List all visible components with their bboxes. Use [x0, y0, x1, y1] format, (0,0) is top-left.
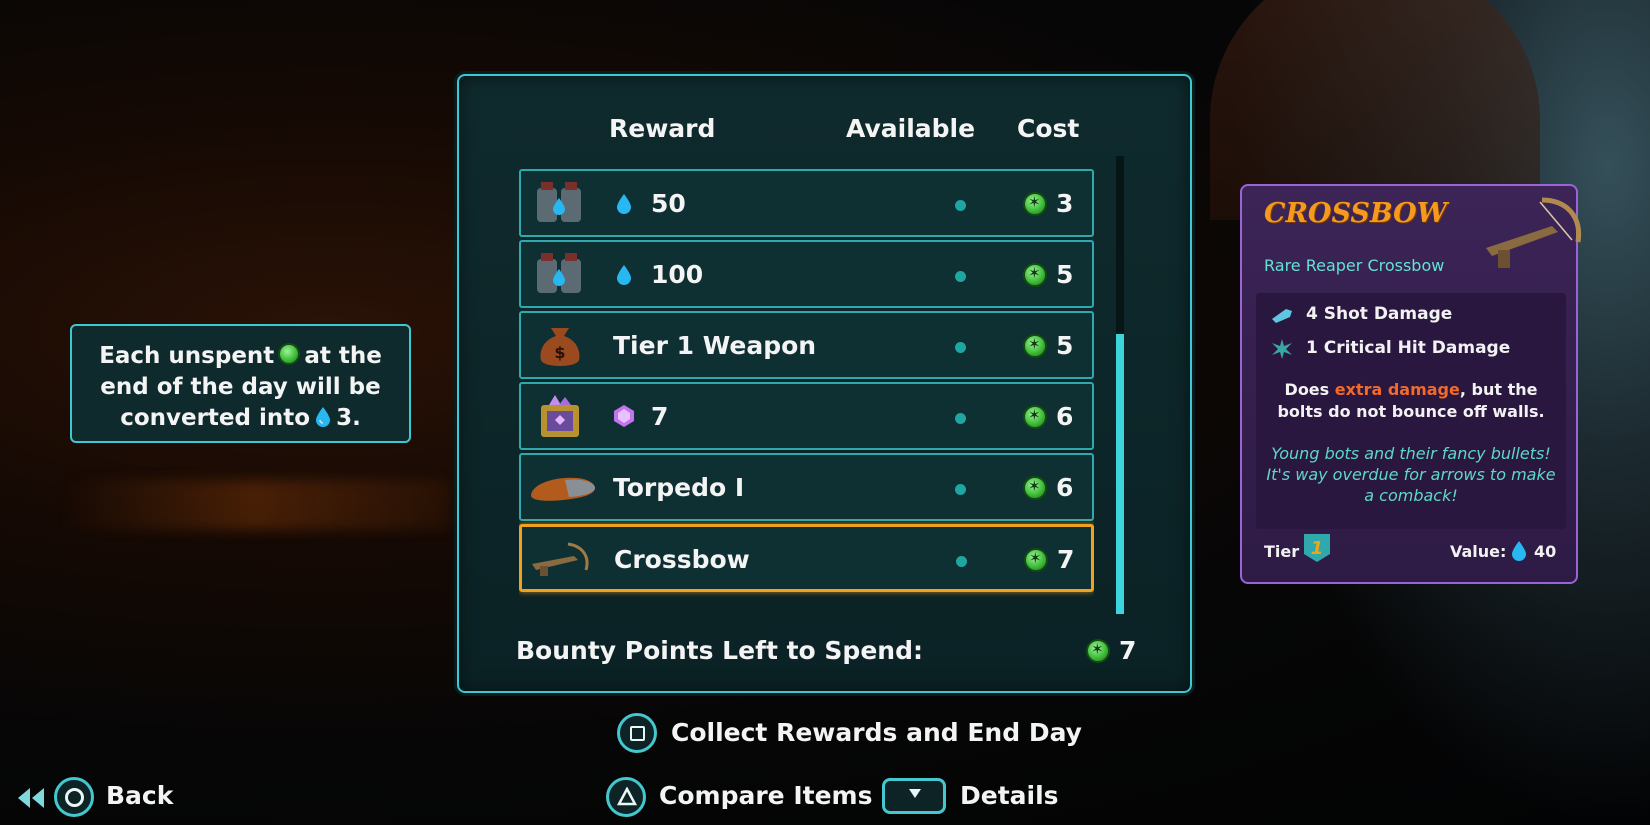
- collect-rewards-prompt[interactable]: Collect Rewards and End Day: [671, 718, 1082, 747]
- reward-name: 50: [651, 189, 686, 218]
- reward-cost: 5: [1056, 331, 1074, 360]
- info-text-part2: at the: [304, 343, 382, 369]
- conversion-info-box: Each unspent at the end of the day will b…: [70, 324, 411, 443]
- bounty-coin-icon: [1086, 639, 1110, 663]
- rewind-icon: [18, 788, 44, 808]
- reward-row-tier1-weapon[interactable]: $ Tier 1 Weapon 5: [519, 311, 1094, 379]
- reward-name: 100: [651, 260, 704, 289]
- stat-critical-damage: 1 Critical Hit Damage: [1306, 338, 1511, 358]
- bounty-points-value: 7: [1119, 636, 1137, 665]
- reward-name: Crossbow: [614, 545, 750, 574]
- item-value: 40: [1534, 542, 1557, 561]
- available-indicator: [955, 484, 966, 495]
- available-indicator: [955, 342, 966, 353]
- reward-row-crossbow[interactable]: Crossbow 7: [519, 524, 1094, 592]
- compare-items-prompt[interactable]: Compare Items: [659, 781, 872, 810]
- stat-shot-damage: 4 Shot Damage: [1306, 304, 1453, 324]
- tier-label: Tier: [1264, 542, 1300, 561]
- bounty-coin-icon: [1023, 263, 1047, 287]
- item-title: CROSSBOW: [1264, 198, 1448, 229]
- crossbow-icon: [1486, 197, 1582, 268]
- scrollbar-thumb[interactable]: [1116, 334, 1124, 614]
- background-glow: [60, 480, 450, 530]
- value-label: Value:: [1450, 542, 1507, 561]
- back-prompt[interactable]: Back: [106, 781, 173, 810]
- tier-badge-icon: 1: [1304, 534, 1330, 562]
- rewards-panel: Reward Available Cost 50 3 100: [457, 74, 1192, 693]
- bounty-coin-icon: [1023, 334, 1047, 358]
- item-description: Does extra damage, but the bolts do not …: [1277, 380, 1545, 421]
- water-canister-icon: [537, 253, 581, 293]
- bullet-icon: [1272, 309, 1292, 323]
- svg-text:1: 1: [1311, 538, 1324, 559]
- info-text-part3: converted into: [120, 405, 311, 431]
- item-subtitle: Rare Reaper Crossbow: [1264, 256, 1445, 275]
- available-indicator: [955, 200, 966, 211]
- reward-cost: 3: [1056, 189, 1074, 218]
- water-drop-icon: [617, 194, 631, 214]
- reward-cost: 6: [1056, 473, 1074, 502]
- circle-button-icon[interactable]: [54, 777, 94, 817]
- water-drop-icon: [316, 407, 331, 427]
- available-indicator: [955, 271, 966, 282]
- touchpad-button-icon[interactable]: [882, 778, 946, 814]
- reward-list: 50 3 100 5 $ Tier 1 Weapon: [519, 154, 1094, 624]
- water-drop-icon: [1512, 541, 1526, 561]
- details-prompt[interactable]: Details: [960, 781, 1059, 810]
- bounty-coin-icon: [278, 343, 301, 365]
- bounty-coin-icon: [1023, 405, 1047, 429]
- bounty-coin-icon: [1023, 476, 1047, 500]
- item-detail-card: CROSSBOW Rare Reaper Crossbow 4 Shot Dam…: [1240, 184, 1582, 584]
- bounty-points-label: Bounty Points Left to Spend:: [516, 636, 923, 665]
- info-text-part4: 3.: [336, 405, 361, 431]
- available-indicator: [956, 556, 967, 567]
- reward-cost: 6: [1056, 402, 1074, 431]
- water-canister-icon: [537, 182, 581, 222]
- gem-crate-icon: [541, 395, 579, 437]
- reward-row-water-100[interactable]: 100 5: [519, 240, 1094, 308]
- available-indicator: [955, 413, 966, 424]
- info-text-line2: end of the day will be: [100, 374, 381, 400]
- bounty-coin-icon: [1024, 548, 1048, 572]
- critical-burst-icon: [1272, 339, 1292, 359]
- reward-row-water-50[interactable]: 50 3: [519, 169, 1094, 237]
- reward-name: 7: [651, 402, 669, 431]
- reward-name: Torpedo I: [613, 473, 745, 502]
- money-bag-icon: $: [540, 328, 580, 366]
- reward-cost: 5: [1056, 260, 1074, 289]
- item-flavor-text: Young bots and their fancy bullets! It's…: [1266, 444, 1556, 505]
- reward-name: Tier 1 Weapon: [613, 331, 817, 360]
- bounty-coin-icon: [1023, 192, 1047, 216]
- reward-cost: 7: [1057, 545, 1075, 574]
- reward-row-torpedo[interactable]: Torpedo I 6: [519, 453, 1094, 521]
- torpedo-icon: [531, 477, 595, 501]
- info-text-part1: Each unspent: [99, 343, 275, 369]
- crossbow-icon: [532, 542, 589, 576]
- header-reward: Reward: [609, 114, 716, 143]
- water-drop-icon: [617, 265, 631, 285]
- description-highlight: extra damage: [1334, 380, 1460, 399]
- header-cost: Cost: [1017, 114, 1080, 143]
- purple-gem-icon: [614, 405, 634, 427]
- stats-box: 4 Shot Damage 1 Critical Hit Damage Does…: [1256, 293, 1566, 529]
- square-button-icon[interactable]: [617, 713, 657, 753]
- reward-row-gems[interactable]: 7 6: [519, 382, 1094, 450]
- header-available: Available: [846, 114, 976, 143]
- svg-text:$: $: [554, 343, 565, 362]
- triangle-button-icon[interactable]: [606, 777, 646, 817]
